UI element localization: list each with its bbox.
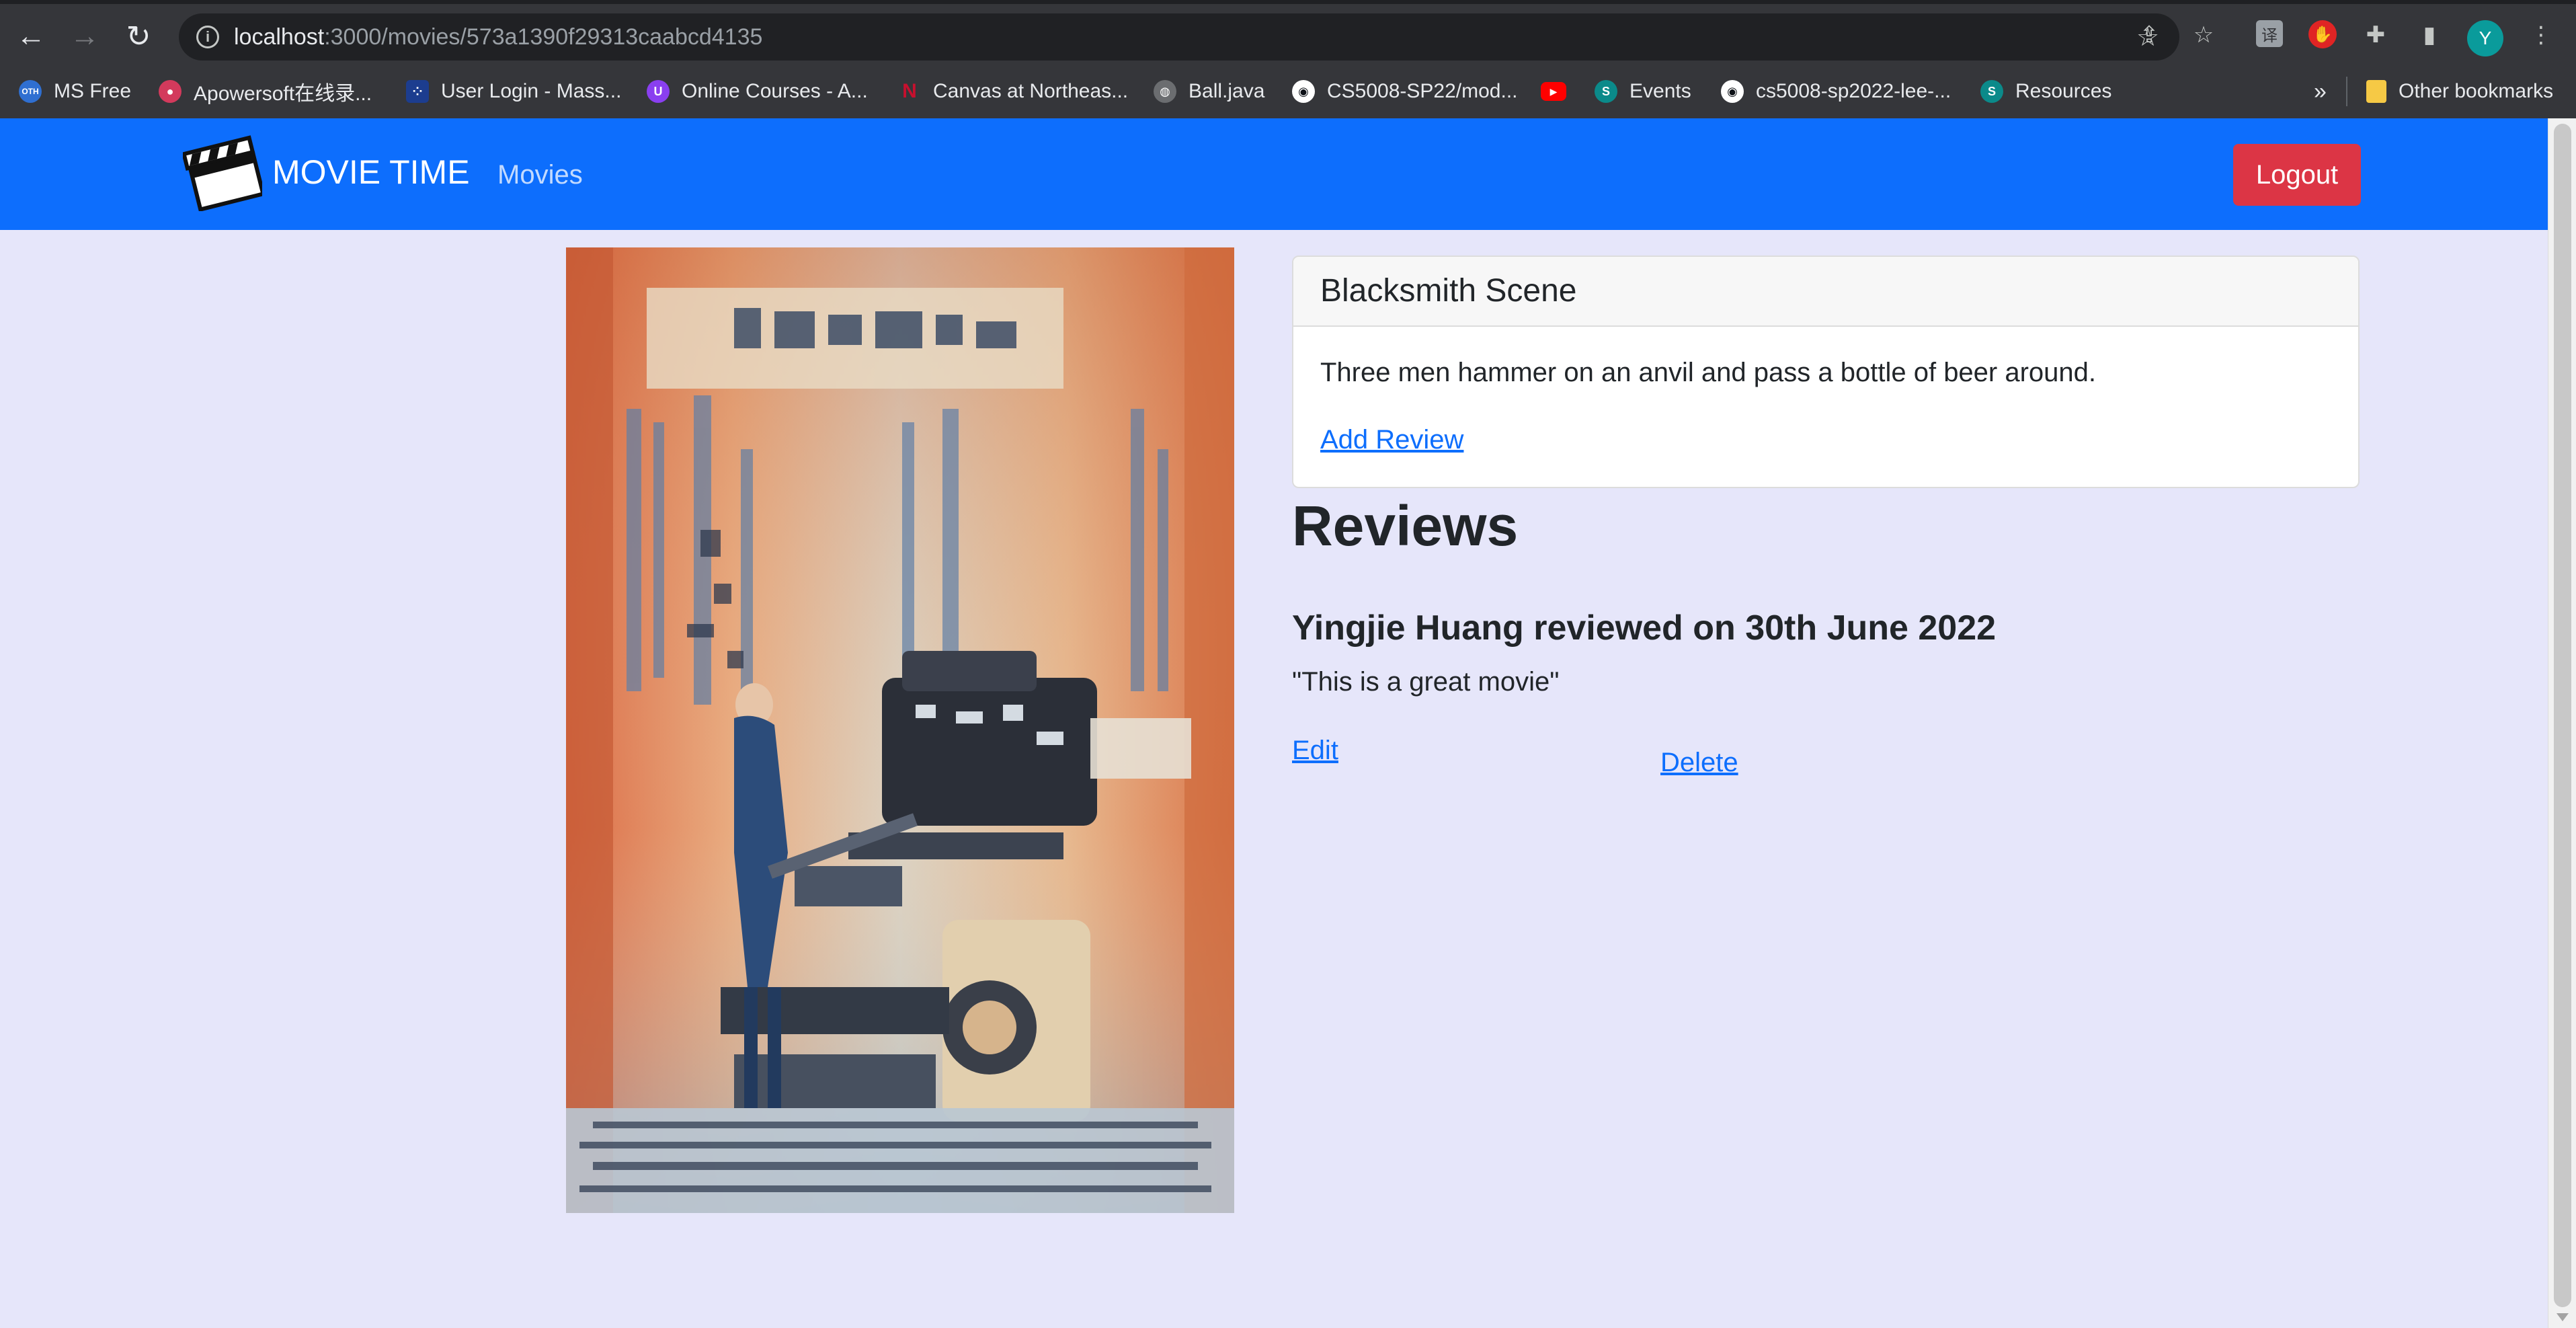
- oth-icon: OTH: [19, 80, 42, 103]
- brand-name[interactable]: MOVIE TIME: [272, 151, 470, 194]
- movie-card-body: Three men hammer on an anvil and pass a …: [1293, 327, 2358, 457]
- back-icon[interactable]: ←: [11, 16, 51, 56]
- bookmark-label: MS Free: [54, 80, 132, 102]
- logout-button[interactable]: Logout: [2233, 144, 2361, 206]
- bookmarks-overflow-button[interactable]: »: [2314, 65, 2327, 118]
- bookmark-online-courses[interactable]: U Online Courses - A...: [647, 65, 868, 118]
- reviews-heading: Reviews: [1292, 494, 1519, 557]
- bookmarks-bar: OTH MS Free ● Apowersoft在线录... ⁘ User Lo…: [0, 65, 2576, 120]
- sharepoint-icon: S: [1980, 80, 2003, 103]
- url-path: :3000/movies/573a1390f29313caabcd4135: [324, 24, 763, 50]
- movie-poster: [566, 247, 1234, 1213]
- scroll-down-arrow-icon[interactable]: [2557, 1313, 2569, 1321]
- address-bar[interactable]: i localhost:3000/movies/573a1390f29313ca…: [179, 13, 2179, 61]
- adblock-extension-icon[interactable]: ✋: [2308, 20, 2337, 48]
- bookmark-star-icon[interactable]: ☆: [2189, 20, 2218, 50]
- reload-icon[interactable]: ↻: [118, 16, 159, 56]
- review-header: Yingjie Huang reviewed on 30th June 2022: [1292, 609, 1997, 648]
- address-url[interactable]: localhost:3000/movies/573a1390f29313caab…: [234, 22, 762, 52]
- page-scrollbar[interactable]: [2548, 118, 2576, 1328]
- youtube-icon: ▶: [1541, 82, 1566, 101]
- bookmark-label: User Login - Mass...: [441, 80, 622, 102]
- bookmark-ms-free[interactable]: OTH MS Free: [19, 65, 131, 118]
- bookmark-apowersoft[interactable]: ● Apowersoft在线录...: [159, 65, 372, 118]
- bookmark-events[interactable]: S Events: [1595, 65, 1691, 118]
- sharepoint-icon: S: [1595, 80, 1617, 103]
- extensions-puzzle-icon[interactable]: ✚: [2361, 20, 2390, 50]
- bookmark-cs5008-sp2022-lee[interactable]: ◉ cs5008-sp2022-lee-...: [1721, 65, 1951, 118]
- other-bookmarks-label: Other bookmarks: [2399, 80, 2554, 102]
- bookmark-cs5008-sp22[interactable]: ◉ CS5008-SP22/mod...: [1292, 65, 1518, 118]
- review-delete-button[interactable]: Delete: [1660, 745, 1738, 780]
- bookmark-user-login[interactable]: ⁘ User Login - Mass...: [406, 65, 621, 118]
- northeastern-icon: N: [902, 80, 917, 102]
- folder-icon: [2366, 80, 2386, 103]
- url-host: localhost: [234, 24, 325, 50]
- scroll-thumb[interactable]: [2554, 124, 2571, 1307]
- forward-icon[interactable]: →: [65, 16, 105, 56]
- profile-avatar[interactable]: Y: [2467, 20, 2503, 56]
- app-navbar: MOVIE TIME Movies Logout: [0, 118, 2548, 230]
- site-info-icon[interactable]: i: [196, 26, 219, 48]
- bookmark-ball-java[interactable]: ◍ Ball.java: [1154, 65, 1264, 118]
- apowersoft-icon: ●: [159, 80, 182, 103]
- bookmark-label: Apowersoft在线录...: [194, 83, 372, 105]
- nav-movies-link[interactable]: Movies: [497, 157, 583, 192]
- bookmark-label: Online Courses - A...: [682, 80, 868, 102]
- browser-toolbar: ← → ↻ i localhost:3000/movies/573a1390f2…: [0, 4, 2576, 65]
- globe-icon: ◍: [1154, 80, 1176, 103]
- movie-title: Blacksmith Scene: [1293, 257, 2358, 327]
- mass-icon: ⁘: [406, 80, 429, 103]
- bookmarks-divider: [2346, 77, 2347, 106]
- review-edit-link[interactable]: Edit: [1292, 733, 1338, 768]
- bookmark-label: Events: [1629, 80, 1691, 102]
- browser-menu-icon[interactable]: ⋮: [2526, 20, 2556, 50]
- bookmark-youtube[interactable]: ▶: [1541, 65, 1578, 118]
- side-panel-icon[interactable]: ▮: [2415, 20, 2444, 50]
- bookmark-label: cs5008-sp2022-lee-...: [1756, 80, 1951, 102]
- clapperboard-logo-icon[interactable]: [183, 134, 262, 211]
- movie-card: Blacksmith Scene Three men hammer on an …: [1292, 256, 2360, 488]
- github-icon: ◉: [1292, 80, 1315, 103]
- bookmark-canvas[interactable]: N Canvas at Northeas...: [898, 65, 1128, 118]
- add-review-link[interactable]: Add Review: [1320, 422, 1463, 457]
- bookmark-resources[interactable]: S Resources: [1980, 65, 2111, 118]
- movie-plot: Three men hammer on an anvil and pass a …: [1320, 358, 2097, 387]
- bookmark-label: Resources: [2015, 80, 2112, 102]
- bookmark-label: Ball.java: [1189, 80, 1265, 102]
- other-bookmarks[interactable]: Other bookmarks: [2366, 65, 2553, 118]
- bookmark-label: CS5008-SP22/mod...: [1327, 80, 1518, 102]
- share-icon[interactable]: ⇪: [2134, 20, 2164, 50]
- review-text: "This is a great movie": [1292, 667, 1560, 697]
- github-icon: ◉: [1721, 80, 1744, 103]
- bookmark-label: Canvas at Northeas...: [933, 80, 1129, 102]
- translate-extension-icon[interactable]: 译: [2256, 20, 2283, 47]
- courses-icon: U: [647, 80, 670, 103]
